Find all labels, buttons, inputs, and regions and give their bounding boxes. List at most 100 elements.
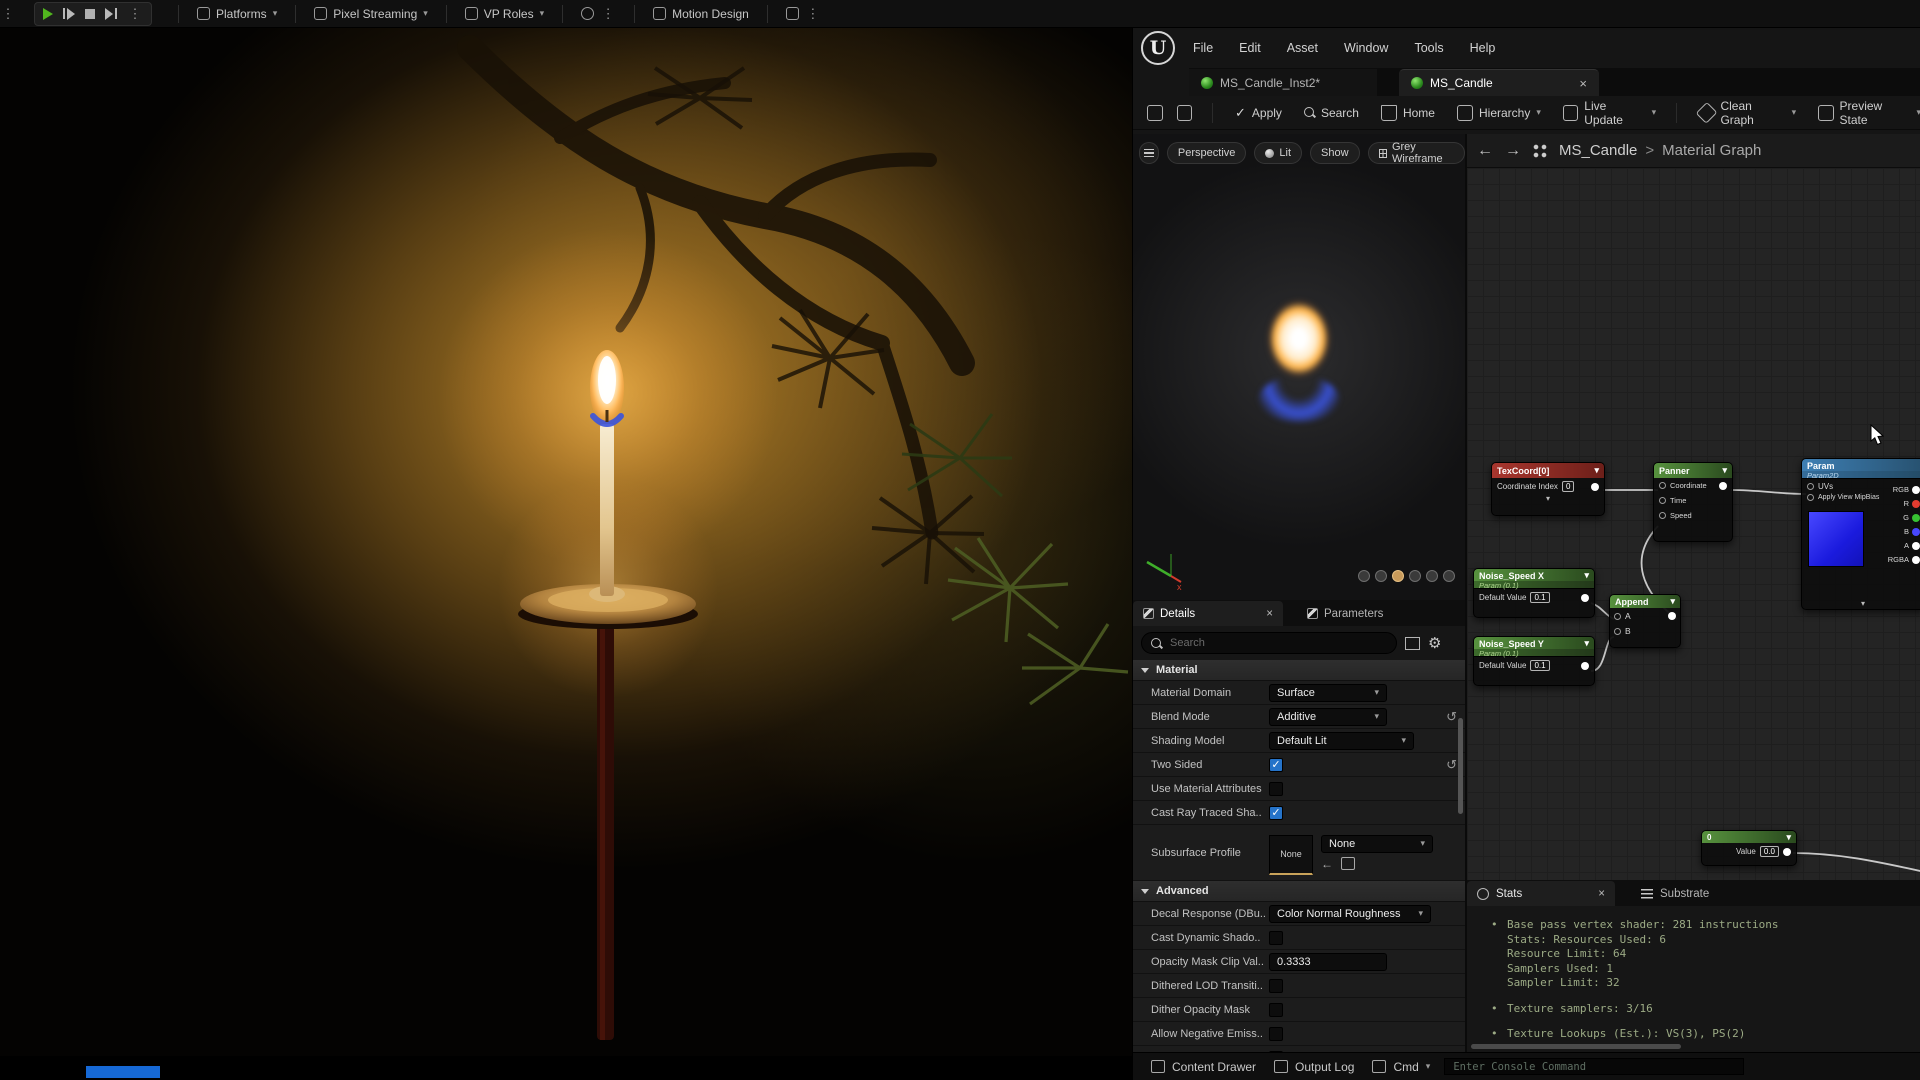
shape-cube-button[interactable] <box>1409 570 1421 582</box>
node-panner[interactable]: Panner▾ Coordinate Time Speed <box>1653 462 1733 542</box>
frame-skip-button[interactable] <box>63 8 75 20</box>
input-pin[interactable] <box>1659 482 1666 489</box>
input-pin-a[interactable] <box>1614 613 1621 620</box>
menu-file[interactable]: File <box>1193 41 1213 55</box>
grey-wireframe-button[interactable]: Grey Wireframe <box>1368 142 1465 164</box>
recenter-options-icon[interactable]: ⋮ <box>600 6 616 22</box>
blend-mode-dropdown[interactable]: Additive▾ <box>1269 708 1387 726</box>
shape-custom-button[interactable] <box>1443 570 1455 582</box>
recenter-button[interactable]: ⋮ <box>575 6 622 22</box>
settings-gear-icon[interactable]: ⚙ <box>1428 634 1441 652</box>
section-advanced[interactable]: Advanced <box>1133 881 1465 902</box>
display-filter-icon[interactable] <box>1405 637 1420 650</box>
node-append[interactable]: Append▾ A B <box>1609 594 1681 648</box>
output-pin[interactable] <box>1719 482 1727 490</box>
tab-substrate[interactable]: Substrate <box>1631 881 1719 906</box>
menu-help[interactable]: Help <box>1470 41 1496 55</box>
material-domain-dropdown[interactable]: Surface▾ <box>1269 684 1387 702</box>
shape-plane-button[interactable] <box>1392 570 1404 582</box>
scrub-bar-segment[interactable] <box>86 1066 160 1078</box>
menu-window[interactable]: Window <box>1344 41 1388 55</box>
close-details-icon[interactable]: × <box>1266 608 1273 620</box>
vp-roles-button[interactable]: VP Roles▾ <box>459 7 550 21</box>
use-material-attributes-checkbox[interactable] <box>1269 782 1283 796</box>
home-button[interactable]: Home <box>1381 105 1435 121</box>
forward-icon[interactable]: → <box>1505 142 1521 160</box>
opacity-mask-clip-input[interactable]: 0.3333 <box>1269 953 1387 971</box>
output-pin-r[interactable] <box>1912 500 1920 508</box>
node-texcoord[interactable]: TexCoord[0]▾ Coordinate Index0 ▾ <box>1491 462 1605 516</box>
pixel-streaming-button[interactable]: Pixel Streaming▾ <box>308 7 434 21</box>
cast-dynamic-shadow-checkbox[interactable] <box>1269 931 1283 945</box>
apply-button[interactable]: ✓Apply <box>1235 105 1282 121</box>
node-scalar[interactable]: 0▾ Value0.0 <box>1701 830 1797 866</box>
shape-cylinder-button[interactable] <box>1358 570 1370 582</box>
menu-tools[interactable]: Tools <box>1414 41 1443 55</box>
use-selected-icon[interactable]: ← <box>1321 857 1333 871</box>
viewport-menu-icon[interactable] <box>1139 142 1159 164</box>
texture-thumbnail[interactable] <box>1808 511 1864 567</box>
subsurface-thumbnail[interactable]: None <box>1269 835 1313 875</box>
two-sided-checkbox[interactable]: ✓ <box>1269 758 1283 772</box>
subsurface-dropdown[interactable]: None▾ <box>1321 835 1433 853</box>
browse-icon[interactable] <box>1341 857 1355 870</box>
input-pin[interactable] <box>1807 483 1814 490</box>
allow-negative-emissive-checkbox[interactable] <box>1269 1027 1283 1041</box>
node-texture-param[interactable]: Param Param2D UVs Apply View MipBias RGB… <box>1801 458 1920 610</box>
overflow-menu-icon[interactable]: ⋮ <box>0 6 16 22</box>
user-panel-button[interactable]: ⋮ <box>780 6 827 22</box>
scene-viewport[interactable] <box>0 28 1132 1080</box>
cmd-selector[interactable]: Cmd▾ <box>1372 1060 1430 1074</box>
play-button[interactable] <box>43 8 53 20</box>
tab-ms-candle-inst2[interactable]: MS_Candle_Inst2* <box>1189 69 1377 96</box>
search-field[interactable] <box>1141 632 1397 654</box>
perspective-button[interactable]: Perspective <box>1167 142 1246 164</box>
material-preview-viewport[interactable]: Perspective Lit Show Grey Wireframe x <box>1133 134 1467 600</box>
details-scrollbar[interactable] <box>1458 718 1463 814</box>
tab-details[interactable]: Details × <box>1133 601 1283 626</box>
close-tab-icon[interactable]: × <box>1579 76 1587 91</box>
clean-graph-button[interactable]: Clean Graph▾ <box>1699 99 1796 127</box>
tab-stats[interactable]: Stats × <box>1467 881 1615 906</box>
search-input[interactable] <box>1168 636 1368 650</box>
preview-state-button[interactable]: Preview State▾ <box>1818 99 1920 127</box>
shading-model-dropdown[interactable]: Default Lit▾ <box>1269 732 1414 750</box>
search-button[interactable]: Search <box>1304 106 1359 120</box>
node-noise-speed-y[interactable]: Noise_Speed Y▾ Param (0.1) Default Value… <box>1473 636 1595 686</box>
hierarchy-button[interactable]: Hierarchy▾ <box>1457 105 1541 121</box>
console-input[interactable] <box>1451 1060 1737 1074</box>
live-update-button[interactable]: Live Update▾ <box>1563 99 1656 127</box>
material-graph-panel[interactable]: ← → MS_Candle > Material Graph <box>1467 134 1920 880</box>
show-button[interactable]: Show <box>1310 142 1360 164</box>
reset-icon[interactable]: ↺ <box>1446 709 1457 725</box>
tab-parameters[interactable]: Parameters <box>1297 601 1393 626</box>
dithered-lod-checkbox[interactable] <box>1269 979 1283 993</box>
playback-options-icon[interactable]: ⋮ <box>127 6 143 22</box>
breadcrumb-asset[interactable]: MS_Candle <box>1559 142 1637 159</box>
cast-ray-traced-checkbox[interactable]: ✓ <box>1269 806 1283 820</box>
lit-mode-button[interactable]: Lit <box>1254 142 1302 164</box>
reset-icon[interactable]: ↺ <box>1446 757 1457 773</box>
section-material[interactable]: Material <box>1133 660 1465 681</box>
stop-button[interactable] <box>85 9 95 19</box>
output-pin[interactable] <box>1581 594 1589 602</box>
output-log-button[interactable]: Output Log <box>1274 1060 1354 1074</box>
browse-to-asset-icon[interactable] <box>1177 105 1193 121</box>
output-pin[interactable] <box>1581 662 1589 670</box>
output-pin-b[interactable] <box>1912 528 1920 536</box>
tab-ms-candle[interactable]: MS_Candle × <box>1399 69 1599 96</box>
node-noise-speed-x[interactable]: Noise_Speed X▾ Param (0.1) Default Value… <box>1473 568 1595 618</box>
user-panel-options-icon[interactable]: ⋮ <box>805 6 821 22</box>
input-pin[interactable] <box>1807 494 1814 501</box>
output-pin[interactable] <box>1668 612 1676 620</box>
output-pin[interactable] <box>1783 848 1791 856</box>
shape-sphere-button[interactable] <box>1375 570 1387 582</box>
stats-scrollbar[interactable] <box>1471 1044 1681 1049</box>
console-field[interactable] <box>1444 1058 1744 1075</box>
back-icon[interactable]: ← <box>1477 142 1493 160</box>
menu-edit[interactable]: Edit <box>1239 41 1261 55</box>
motion-design-button[interactable]: Motion Design <box>647 7 755 21</box>
input-pin[interactable] <box>1659 497 1666 504</box>
input-pin[interactable] <box>1659 512 1666 519</box>
output-pin[interactable] <box>1591 483 1599 491</box>
